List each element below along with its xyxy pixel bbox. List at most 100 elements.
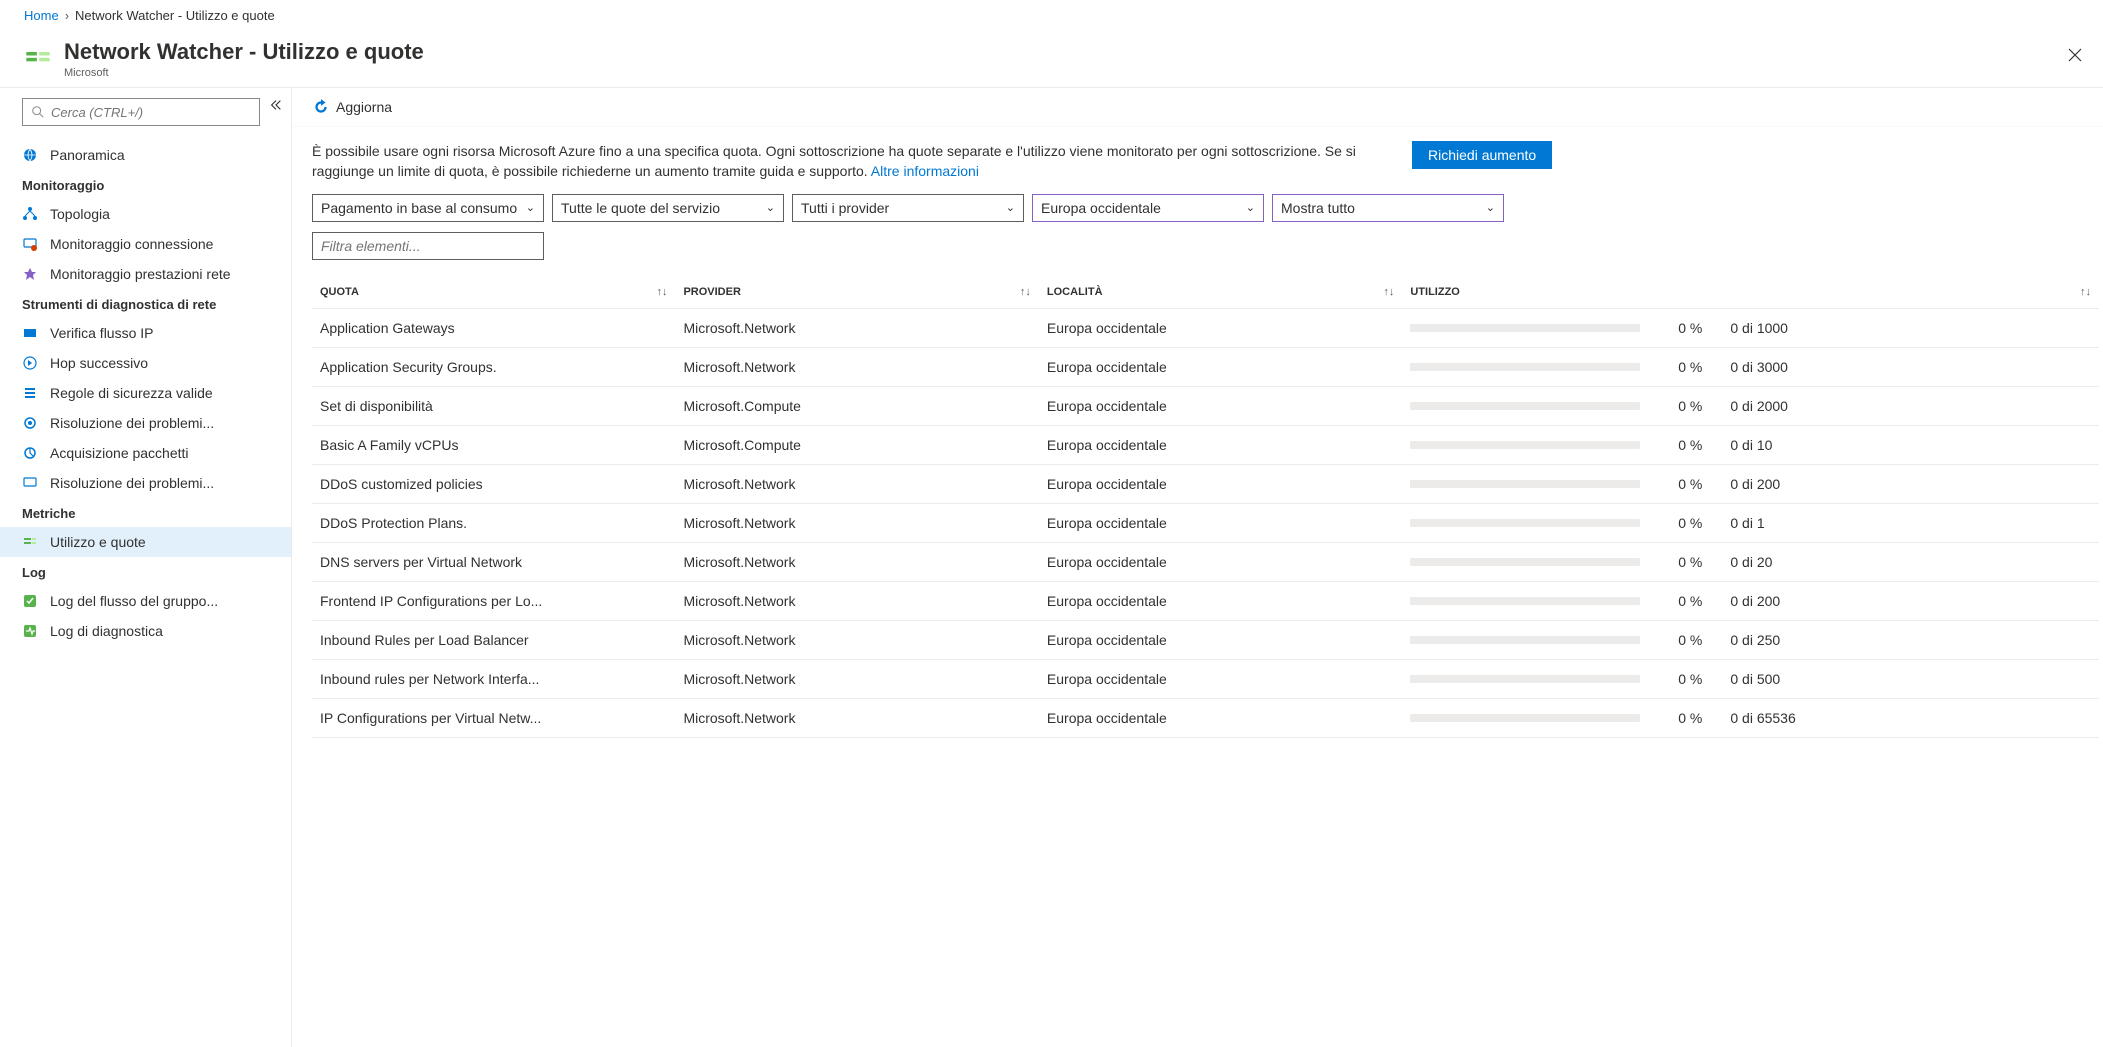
- chevron-down-icon: ⌄: [766, 201, 775, 214]
- show-dropdown[interactable]: Mostra tutto⌄: [1272, 194, 1504, 222]
- filter-items-input[interactable]: [312, 232, 544, 260]
- sidebar-item-packet-capture[interactable]: Acquisizione pacchetti: [0, 438, 291, 468]
- sidebar-item-overview[interactable]: Panoramica: [0, 140, 291, 170]
- cell-usage: 0 %0 di 3000: [1402, 347, 2099, 386]
- usage-ratio: 0 di 200: [1730, 476, 1780, 492]
- cell-quota: Inbound Rules per Load Balancer: [312, 620, 675, 659]
- cell-provider: Microsoft.Compute: [675, 425, 1038, 464]
- cell-location: Europa occidentale: [1039, 581, 1402, 620]
- col-header-location[interactable]: Località↑↓: [1039, 276, 1402, 309]
- usage-bar: [1410, 441, 1640, 449]
- provider-dropdown[interactable]: Tutti i provider⌄: [792, 194, 1024, 222]
- request-increase-button[interactable]: Richiedi aumento: [1412, 141, 1552, 169]
- troubleshoot-icon: [22, 415, 38, 431]
- search-icon: [31, 105, 45, 119]
- sidebar-item-diagnostic-log[interactable]: Log di diagnostica: [0, 616, 291, 646]
- sidebar-item-label: Verifica flusso IP: [50, 325, 154, 341]
- quota-icon: [22, 534, 38, 550]
- sidebar-item-troubleshoot-1[interactable]: Risoluzione dei problemi...: [0, 408, 291, 438]
- sort-icon: ↑↓: [1383, 286, 1394, 298]
- table-row[interactable]: Set di disponibilitàMicrosoft.ComputeEur…: [312, 386, 2099, 425]
- refresh-icon: [312, 98, 330, 116]
- quota-scope-dropdown[interactable]: Tutte le quote del servizio⌄: [552, 194, 784, 222]
- cell-location: Europa occidentale: [1039, 698, 1402, 737]
- table-row[interactable]: Basic A Family vCPUsMicrosoft.ComputeEur…: [312, 425, 2099, 464]
- sidebar-item-label: Risoluzione dei problemi...: [50, 415, 214, 431]
- cell-usage: 0 %0 di 2000: [1402, 386, 2099, 425]
- cell-quota: Inbound rules per Network Interfa...: [312, 659, 675, 698]
- table-row[interactable]: Inbound rules per Network Interfa...Micr…: [312, 659, 2099, 698]
- sidebar-search[interactable]: [22, 98, 260, 126]
- sidebar-item-usage-quotas[interactable]: Utilizzo e quote: [0, 527, 291, 557]
- usage-percent: 0 %: [1668, 476, 1702, 492]
- table-row[interactable]: DDoS Protection Plans.Microsoft.NetworkE…: [312, 503, 2099, 542]
- sidebar-section-log: Log: [0, 557, 291, 586]
- col-header-provider[interactable]: Provider↑↓: [675, 276, 1038, 309]
- sidebar-item-ip-flow[interactable]: Verifica flusso IP: [0, 318, 291, 348]
- table-row[interactable]: DDoS customized policiesMicrosoft.Networ…: [312, 464, 2099, 503]
- page-title: Network Watcher - Utilizzo e quote: [64, 39, 424, 65]
- cell-location: Europa occidentale: [1039, 503, 1402, 542]
- col-header-usage[interactable]: Utilizzo↑↓: [1402, 276, 2099, 309]
- breadcrumb-home[interactable]: Home: [24, 8, 59, 23]
- cell-location: Europa occidentale: [1039, 308, 1402, 347]
- sidebar-section-monitoring: Monitoraggio: [0, 170, 291, 199]
- packet-capture-icon: [22, 445, 38, 461]
- sort-icon: ↑↓: [656, 286, 667, 298]
- subscription-dropdown[interactable]: Pagamento in base al consumo⌄: [312, 194, 544, 222]
- learn-more-link[interactable]: Altre informazioni: [871, 163, 979, 179]
- sidebar-section-metrics: Metriche: [0, 498, 291, 527]
- usage-bar: [1410, 636, 1640, 644]
- usage-bar: [1410, 558, 1640, 566]
- cell-location: Europa occidentale: [1039, 425, 1402, 464]
- sidebar-item-flow-log[interactable]: Log del flusso del gruppo...: [0, 586, 291, 616]
- usage-ratio: 0 di 65536: [1730, 710, 1795, 726]
- location-dropdown[interactable]: Europa occidentale⌄: [1032, 194, 1264, 222]
- chevron-down-icon: ⌄: [1246, 201, 1255, 214]
- table-row[interactable]: DNS servers per Virtual NetworkMicrosoft…: [312, 542, 2099, 581]
- cell-usage: 0 %0 di 200: [1402, 581, 2099, 620]
- close-button[interactable]: [2063, 43, 2087, 72]
- table-row[interactable]: Application Security Groups.Microsoft.Ne…: [312, 347, 2099, 386]
- troubleshoot-icon: [22, 475, 38, 491]
- globe-icon: [22, 147, 38, 163]
- sidebar-item-network-performance[interactable]: Monitoraggio prestazioni rete: [0, 259, 291, 289]
- cell-quota: Basic A Family vCPUs: [312, 425, 675, 464]
- sidebar-search-input[interactable]: [51, 105, 251, 120]
- usage-percent: 0 %: [1668, 671, 1702, 687]
- main-content: Aggiorna È possibile usare ogni risorsa …: [292, 88, 2103, 1047]
- sidebar-item-security-rules[interactable]: Regole di sicurezza valide: [0, 378, 291, 408]
- cell-usage: 0 % 0 di 65536: [1402, 698, 2099, 737]
- sidebar-item-label: Topologia: [50, 206, 110, 222]
- cell-location: Europa occidentale: [1039, 620, 1402, 659]
- usage-ratio: 0 di 20: [1730, 554, 1772, 570]
- usage-ratio: 0 di 500: [1730, 671, 1780, 687]
- sidebar-item-topology[interactable]: Topologia: [0, 199, 291, 229]
- usage-bar: [1410, 519, 1640, 527]
- table-row[interactable]: IP Configurations per Virtual Netw...Mic…: [312, 698, 2099, 737]
- table-row[interactable]: Frontend IP Configurations per Lo...Micr…: [312, 581, 2099, 620]
- usage-bar: [1410, 324, 1640, 332]
- network-watcher-icon: [24, 45, 52, 73]
- cell-quota: DNS servers per Virtual Network: [312, 542, 675, 581]
- cell-usage: 0 %0 di 10: [1402, 425, 2099, 464]
- usage-bar: [1410, 480, 1640, 488]
- sidebar-item-troubleshoot-2[interactable]: Risoluzione dei problemi...: [0, 468, 291, 498]
- table-row[interactable]: Inbound Rules per Load BalancerMicrosoft…: [312, 620, 2099, 659]
- refresh-button[interactable]: Aggiorna: [336, 99, 392, 115]
- usage-percent: 0 %: [1668, 320, 1702, 336]
- sidebar-item-label: Utilizzo e quote: [50, 534, 146, 550]
- sidebar-item-next-hop[interactable]: Hop successivo: [0, 348, 291, 378]
- collapse-sidebar-button[interactable]: [269, 98, 283, 115]
- security-rules-icon: [22, 385, 38, 401]
- usage-bar: [1410, 597, 1640, 605]
- usage-percent: 0 %: [1668, 632, 1702, 648]
- usage-percent: 0 %: [1668, 437, 1702, 453]
- cell-quota: IP Configurations per Virtual Netw...: [312, 698, 675, 737]
- table-row[interactable]: Application GatewaysMicrosoft.NetworkEur…: [312, 308, 2099, 347]
- usage-percent: 0 %: [1668, 710, 1702, 726]
- col-header-quota[interactable]: Quota↑↓: [312, 276, 675, 309]
- breadcrumb-current: Network Watcher - Utilizzo e quote: [75, 8, 275, 23]
- sidebar-item-label: Acquisizione pacchetti: [50, 445, 189, 461]
- sidebar-item-connection-monitor[interactable]: Monitoraggio connessione: [0, 229, 291, 259]
